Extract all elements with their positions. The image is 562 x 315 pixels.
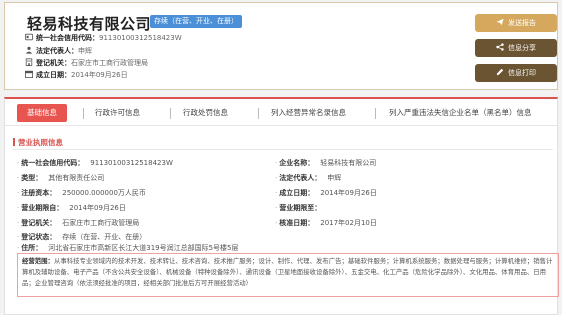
est-date-label: 成立日期：: [36, 71, 71, 79]
legal-rep-value: 申辉: [78, 47, 92, 55]
calendar-icon: [25, 70, 33, 78]
field-status: · 登记状态： 存续（在营、开业、在册）: [17, 233, 147, 241]
tab-admin-penalty[interactable]: 行政处罚信息: [183, 104, 228, 122]
credit-code-line: 统一社会信用代码：91130100312518423W: [25, 33, 182, 43]
field-authority: · 登记机关： 石家庄市工商行政管理局: [17, 219, 140, 227]
field-term-to: · 营业期限至：: [275, 204, 322, 212]
tab-basic-info[interactable]: 基础信息: [17, 104, 67, 122]
building-icon: [25, 58, 33, 66]
authority-value: 石家庄市工商行政管理局: [71, 59, 148, 67]
legal-rep-line: 法定代表人：申辉: [25, 46, 92, 56]
send-report-label: 发送报告: [508, 19, 536, 27]
tab-admin-license[interactable]: 行政许可信息: [95, 104, 140, 122]
field-address: · 住所： 河北省石家庄市高新区长江大道319号润江总部国际5号楼5层: [17, 244, 239, 252]
tab-abnormal-list[interactable]: 列入经营异常名录信息: [271, 104, 346, 122]
field-approval-date: · 核准日期： 2017年02月10日: [275, 219, 377, 227]
section-marker: [13, 138, 15, 146]
section-title: 营业执照信息: [13, 137, 63, 148]
pencil-icon: [496, 68, 504, 76]
field-credit-code: · 统一社会信用代码： 91130100312518423W: [17, 159, 173, 167]
field-est-date: · 成立日期： 2014年09月26日: [275, 189, 377, 197]
company-header-card: 轻易科技有限公司 存续（在营、开业、在册） 统一社会信用代码：911301003…: [4, 2, 558, 90]
field-legal-rep: · 法定代表人： 申辉: [275, 174, 342, 182]
print-button[interactable]: 信息打印: [475, 64, 557, 82]
tab-divider: [170, 108, 171, 119]
tab-divider: [375, 108, 376, 119]
credit-code-label: 统一社会信用代码：: [36, 34, 99, 42]
tab-divider: [83, 108, 84, 119]
legal-rep-label: 法定代表人：: [36, 47, 78, 55]
id-card-icon: [25, 33, 33, 41]
share-label: 信息分享: [508, 44, 536, 52]
tab-underline: [5, 125, 557, 126]
company-name: 轻易科技有限公司: [27, 15, 152, 33]
section-title-text: 营业执照信息: [18, 138, 63, 147]
tab-bar: 基础信息 行政许可信息 行政处罚信息 列入经营异常名录信息 列入严重违法失信企业…: [5, 104, 557, 122]
send-icon: [496, 18, 504, 26]
field-capital: · 注册资本： 250000.000000万人民币: [17, 189, 146, 197]
field-term-from: · 营业期限自： 2014年09月26日: [17, 204, 126, 212]
authority-label: 登记机关：: [36, 59, 71, 67]
tab-divider: [258, 108, 259, 119]
share-icon: [496, 43, 504, 51]
est-date-line: 成立日期：2014年09月26日: [25, 70, 128, 80]
credit-code-value: 91130100312518423W: [99, 34, 182, 42]
person-icon: [25, 46, 33, 54]
business-scope-text: 从事科技专业领域内的技术开发、技术转让、技术咨询、技术推广服务；设计、制作、代理…: [22, 257, 553, 287]
business-scope-label: 经营范围：: [22, 257, 54, 265]
business-scope: 经营范围：从事科技专业领域内的技术开发、技术转让、技术咨询、技术推广服务；设计、…: [17, 253, 559, 297]
detail-card: 基础信息 行政许可信息 行政处罚信息 列入经营异常名录信息 列入严重违法失信企业…: [4, 97, 559, 315]
section-divider: [13, 149, 553, 150]
share-button[interactable]: 信息分享: [475, 39, 557, 57]
tab-blacklist[interactable]: 列入严重违法失信企业名单（黑名单）信息: [389, 104, 532, 122]
send-report-button[interactable]: 发送报告: [475, 14, 557, 32]
field-company-name: · 企业名称： 轻易科技有限公司: [275, 159, 377, 167]
authority-line: 登记机关：石家庄市工商行政管理局: [25, 58, 148, 68]
field-type: · 类型： 其他有限责任公司: [17, 174, 105, 182]
page: 轻易科技有限公司 存续（在营、开业、在册） 统一社会信用代码：911301003…: [0, 0, 562, 315]
print-label: 信息打印: [508, 69, 536, 77]
est-date-value: 2014年09月26日: [71, 71, 128, 79]
status-badge: 存续（在营、开业、在册）: [150, 15, 242, 28]
